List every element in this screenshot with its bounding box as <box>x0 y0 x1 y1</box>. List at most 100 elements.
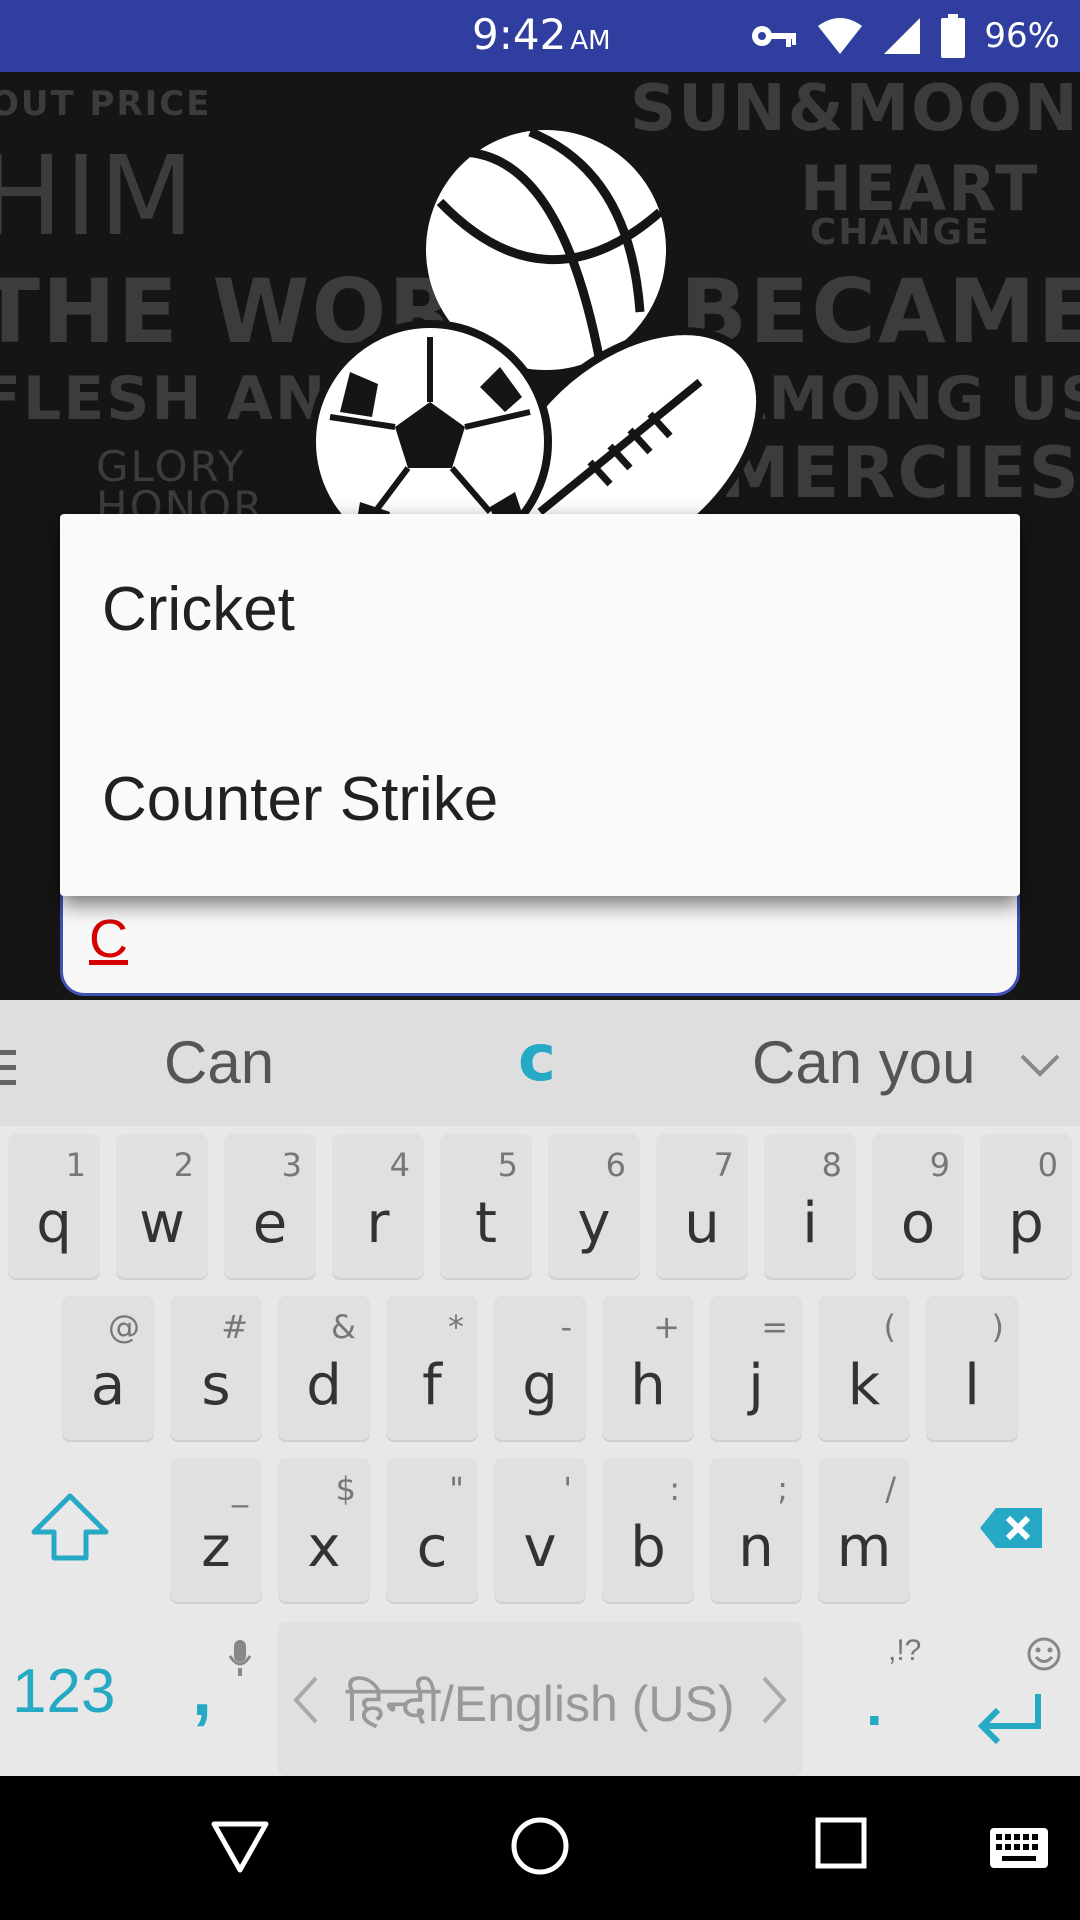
shift-icon[interactable] <box>30 1492 110 1562</box>
key-label: r <box>366 1191 390 1256</box>
key-y[interactable]: 6y <box>548 1134 640 1278</box>
key-hint: 2 <box>173 1146 194 1184</box>
suggestion-bar: Can c Can you <box>0 1000 1080 1126</box>
key-i[interactable]: 8i <box>764 1134 856 1278</box>
wifi-icon <box>818 18 863 54</box>
comma-key[interactable]: , <box>192 1650 212 1732</box>
key-label: z <box>201 1515 231 1580</box>
suggestion-word[interactable]: c <box>518 1022 556 1096</box>
keyboard-switch-icon[interactable] <box>988 1826 1050 1870</box>
sport-search-input[interactable]: C <box>60 884 1020 996</box>
key-j[interactable]: = j <box>710 1296 802 1440</box>
signal-icon <box>884 18 921 54</box>
key-w[interactable]: 2w <box>116 1134 208 1278</box>
key-n[interactable]: ; n <box>710 1458 802 1602</box>
key-r[interactable]: 4r <box>332 1134 424 1278</box>
key-l[interactable]: ) l <box>926 1296 1018 1440</box>
recents-icon[interactable] <box>814 1816 868 1870</box>
key-label: v <box>523 1515 557 1580</box>
home-icon[interactable] <box>510 1816 570 1876</box>
autocomplete-dropdown: Cricket Counter Strike <box>60 514 1020 896</box>
key-t[interactable]: 5t <box>440 1134 532 1278</box>
symbols-key[interactable]: 123 <box>12 1656 115 1727</box>
key-f[interactable]: * f <box>386 1296 478 1440</box>
key-m[interactable]: / m <box>818 1458 910 1602</box>
key-hint: @ <box>108 1308 140 1346</box>
key-hint: / <box>885 1470 896 1508</box>
key-e[interactable]: 3e <box>224 1134 316 1278</box>
key-hint: : <box>669 1470 680 1508</box>
search-input-value: C <box>89 909 128 969</box>
clock-ampm: AM <box>570 26 611 56</box>
key-label: k <box>847 1353 881 1418</box>
key-label: n <box>738 1515 774 1580</box>
key-hint: 0 <box>1037 1146 1058 1184</box>
enter-icon[interactable] <box>974 1690 1046 1750</box>
key-u[interactable]: 7u <box>656 1134 748 1278</box>
key-label: h <box>630 1353 666 1418</box>
key-hint: 9 <box>929 1146 950 1184</box>
key-hint: $ <box>335 1470 356 1508</box>
key-label: o <box>900 1191 936 1256</box>
key-g[interactable]: -g <box>494 1296 586 1440</box>
suggestion-word[interactable]: Can <box>164 1028 274 1097</box>
key-hint: 5 <box>497 1146 518 1184</box>
bg-word: HIM <box>0 132 197 260</box>
key-q[interactable]: 1q <box>8 1134 100 1278</box>
key-icon <box>752 26 797 47</box>
key-s[interactable]: # s <box>170 1296 262 1440</box>
bg-word: CHANGE <box>810 212 991 253</box>
backspace-icon[interactable] <box>978 1506 1044 1550</box>
key-d[interactable]: & d <box>278 1296 370 1440</box>
key-o[interactable]: 9o <box>872 1134 964 1278</box>
key-label: q <box>36 1191 72 1256</box>
key-z[interactable]: _ z <box>170 1458 262 1602</box>
emoji-icon[interactable] <box>1026 1636 1062 1672</box>
status-time: 9:42 AM <box>472 10 611 59</box>
key-x[interactable]: $ x <box>278 1458 370 1602</box>
key-hint: = <box>761 1308 788 1346</box>
key-label: u <box>684 1191 720 1256</box>
key-label: f <box>422 1353 442 1418</box>
bg-word: OUT PRICE <box>0 84 212 124</box>
dropdown-item-label: Counter Strike <box>102 764 499 834</box>
back-icon[interactable] <box>210 1816 270 1876</box>
key-label: m <box>836 1515 892 1580</box>
key-v[interactable]: ' v <box>494 1458 586 1602</box>
key-label: t <box>475 1191 497 1256</box>
key-hint: ) <box>991 1308 1004 1346</box>
key-hint: - <box>560 1308 572 1346</box>
space-language-label: हिन्दी/English (US) <box>345 1676 735 1732</box>
key-k[interactable]: (k <box>818 1296 910 1440</box>
key-label: x <box>307 1515 341 1580</box>
suggestion-word[interactable]: Can you <box>752 1028 975 1097</box>
key-a[interactable]: @ a <box>62 1296 154 1440</box>
key-label: c <box>416 1515 448 1580</box>
key-hint: 6 <box>605 1146 626 1184</box>
key-b[interactable]: :b <box>602 1458 694 1602</box>
chevron-right-icon <box>762 1676 787 1724</box>
key-label: j <box>748 1353 764 1418</box>
period-key[interactable]: . <box>866 1670 883 1739</box>
dropdown-item-cricket[interactable]: Cricket <box>60 514 1020 704</box>
dropdown-item-counter-strike[interactable]: Counter Strike <box>60 704 1020 894</box>
key-hint: * <box>448 1308 464 1346</box>
key-p[interactable]: 0p <box>980 1134 1072 1278</box>
key-hint: + <box>653 1308 680 1346</box>
space-key[interactable]: हिन्दी/English (US) <box>278 1622 802 1776</box>
menu-icon[interactable] <box>0 1048 18 1088</box>
key-label: d <box>306 1353 342 1418</box>
key-c[interactable]: " c <box>386 1458 478 1602</box>
period-key-hint: ,!? <box>888 1634 922 1667</box>
key-hint: ; <box>777 1470 788 1508</box>
chevron-down-icon[interactable] <box>1018 1044 1062 1084</box>
key-hint: _ <box>232 1470 248 1508</box>
key-h[interactable]: + h <box>602 1296 694 1440</box>
key-hint: " <box>449 1470 464 1508</box>
key-label: w <box>139 1191 185 1256</box>
battery-icon <box>941 14 966 58</box>
key-label: p <box>1008 1191 1044 1256</box>
key-hint: ' <box>563 1470 572 1508</box>
key-label: e <box>252 1191 288 1256</box>
key-label: i <box>802 1191 818 1256</box>
